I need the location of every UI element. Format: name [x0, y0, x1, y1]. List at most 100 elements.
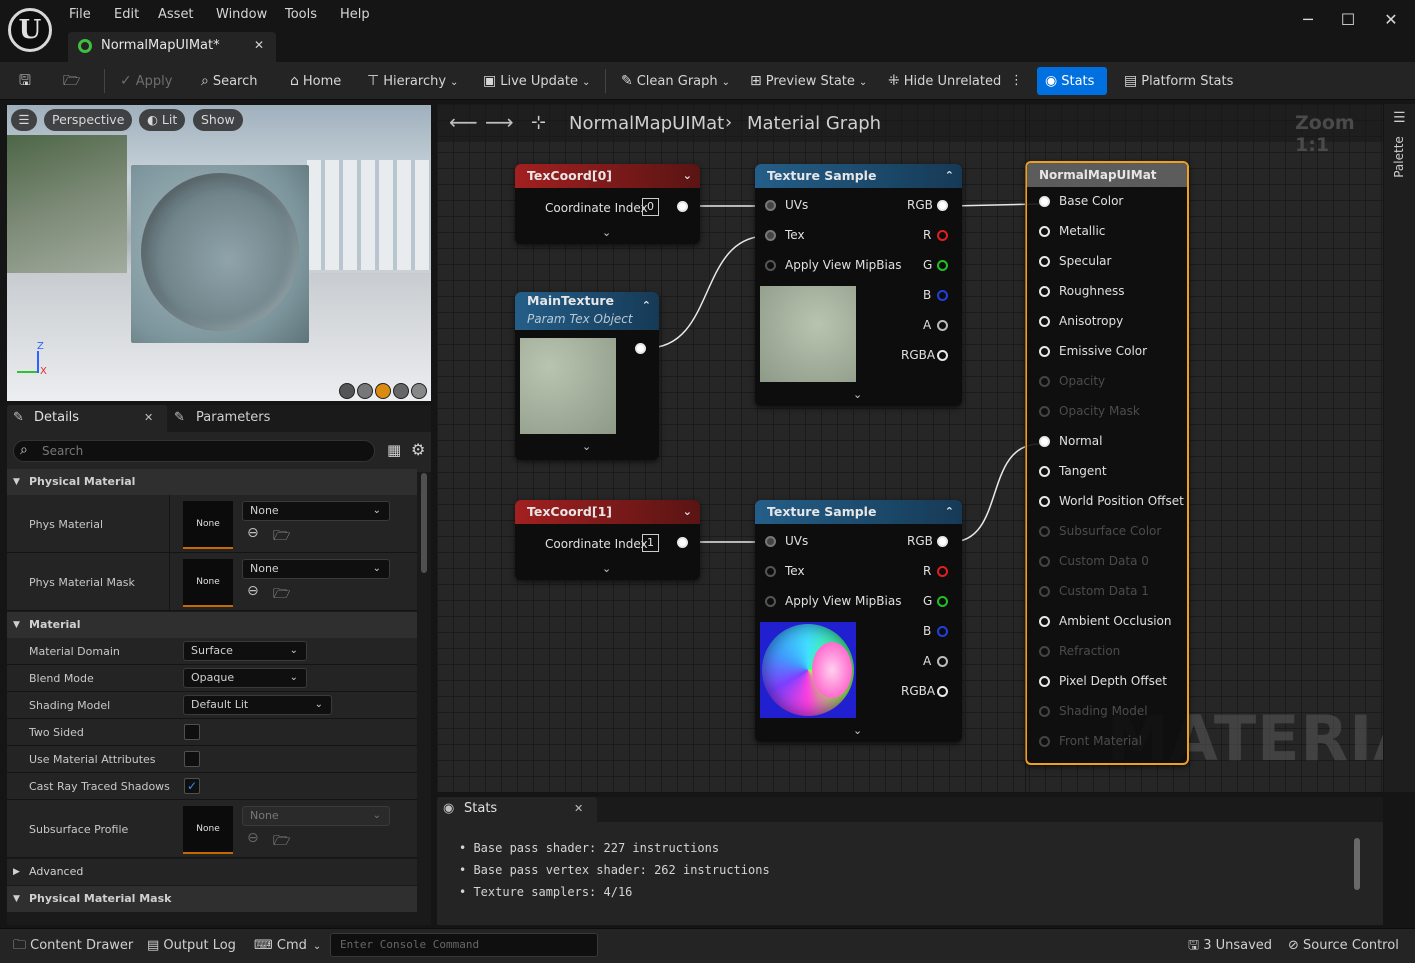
input-pin[interactable] [1039, 286, 1050, 297]
result-pin-world-position-offset[interactable]: World Position Offset [1039, 493, 1189, 513]
texcoord0-node[interactable]: TexCoord[0] ⌄ Coordinate Index 0 ⌄ [515, 164, 700, 244]
cast-ray-traced-shadows-checkbox[interactable]: ✓ [184, 778, 200, 794]
tab-stats[interactable]: ◉ Stats ✕ [437, 797, 597, 822]
input-pin[interactable] [1039, 406, 1050, 417]
result-pin-pixel-depth-offset[interactable]: Pixel Depth Offset [1039, 673, 1189, 693]
rgba-output-pin[interactable] [937, 350, 948, 361]
maximize-button[interactable]: ☐ [1338, 10, 1358, 30]
result-pin-base-color[interactable]: Base Color [1039, 193, 1189, 213]
tab-details[interactable]: ✎ Details ✕ [7, 405, 167, 432]
menu-asset[interactable]: Asset [158, 7, 194, 22]
rgb-output-pin[interactable] [937, 536, 948, 547]
console-command-input[interactable]: Enter Console Command [330, 933, 598, 957]
result-pin-shading-model[interactable]: Shading Model [1039, 703, 1189, 723]
input-pin[interactable] [1039, 676, 1050, 687]
result-pin-custom-data-1[interactable]: Custom Data 1 [1039, 583, 1189, 603]
texture-sample-node-2[interactable]: Texture Sample ⌃ UVs Tex Apply View MipBi… [755, 500, 962, 742]
input-pin[interactable] [1039, 736, 1050, 747]
cube-icon[interactable] [393, 383, 409, 399]
a-output-pin[interactable] [937, 320, 948, 331]
input-pin[interactable] [1039, 196, 1050, 207]
mipbias-input-pin[interactable] [765, 596, 776, 607]
input-pin[interactable] [1039, 466, 1050, 477]
search-button[interactable]: ⌕ Search [201, 62, 258, 100]
result-pin-opacity-mask[interactable]: Opacity Mask [1039, 403, 1189, 423]
teapot-icon[interactable] [411, 383, 427, 399]
result-pin-front-material[interactable]: Front Material [1039, 733, 1189, 753]
g-output-pin[interactable] [937, 596, 948, 607]
result-pin-refraction[interactable]: Refraction [1039, 643, 1189, 663]
section-physical-material-mask[interactable]: ▼ Physical Material Mask [7, 886, 417, 912]
texcoord1-node[interactable]: TexCoord[1] ⌄ Coordinate Index 1 ⌄ [515, 500, 700, 580]
sphere-icon[interactable] [357, 383, 373, 399]
cylinder-icon[interactable] [339, 383, 355, 399]
input-pin[interactable] [1039, 316, 1050, 327]
input-pin[interactable] [1039, 646, 1050, 657]
material-domain-dropdown[interactable]: Surface ⌄ [183, 641, 307, 661]
output-pin[interactable] [635, 343, 646, 354]
shading-model-dropdown[interactable]: Default Lit ⌄ [183, 695, 332, 715]
close-tab-icon[interactable]: ✕ [144, 411, 153, 424]
cmd-button[interactable]: ⌨ Cmd ⌄ [254, 929, 321, 962]
maintexture-node[interactable]: MainTexture Param Tex Object ⌃ ⌄ [515, 292, 659, 460]
mipbias-input-pin[interactable] [765, 260, 776, 271]
show-button[interactable]: Show [193, 109, 243, 131]
chevron-up-icon[interactable]: ⌃ [945, 500, 954, 524]
result-pin-opacity[interactable]: Opacity [1039, 373, 1189, 393]
use-selected-icon[interactable]: ⊖ [247, 830, 259, 846]
preview-state-button[interactable]: ⊞ Preview State ⌄ [750, 62, 867, 100]
use-material-attributes-checkbox[interactable] [184, 751, 200, 767]
live-update-button[interactable]: ▣ Live Update ⌄ [483, 62, 590, 100]
hierarchy-button[interactable]: ⊤ Hierarchy ⌄ [367, 62, 458, 100]
result-pin-anisotropy[interactable]: Anisotropy [1039, 313, 1189, 333]
input-pin[interactable] [1039, 556, 1050, 567]
material-graph[interactable]: ⟵ ⟶ ⊹ NormalMapUIMat › Material Graph Zo… [437, 104, 1383, 792]
g-output-pin[interactable] [937, 260, 948, 271]
result-pin-ambient-occlusion[interactable]: Ambient Occlusion [1039, 613, 1189, 633]
details-scrollbar[interactable] [421, 473, 427, 573]
phys-material-dropdown[interactable]: None ⌄ [242, 501, 390, 521]
unreal-logo-icon[interactable]: U [8, 8, 52, 52]
input-pin[interactable] [1039, 526, 1050, 537]
table-view-icon[interactable]: ▦ [387, 441, 401, 459]
document-tab[interactable]: NormalMapUIMat* ✕ [68, 32, 276, 62]
expand-chevron-icon[interactable]: ⌄ [582, 440, 591, 453]
browse-asset-icon[interactable]: 🗁 [273, 525, 290, 549]
input-pin[interactable] [1039, 436, 1050, 447]
section-physical-material[interactable]: ▼ Physical Material [7, 469, 417, 495]
input-pin[interactable] [1039, 586, 1050, 597]
details-search-input[interactable]: ⌕ Search [13, 440, 375, 462]
unsaved-button[interactable]: 🖫 3 Unsaved [1188, 929, 1272, 962]
texture-sample-node-1[interactable]: Texture Sample ⌃ UVs Tex Apply View MipBi… [755, 164, 962, 406]
perspective-button[interactable]: Perspective [44, 109, 133, 131]
chevron-down-icon[interactable]: ⌄ [683, 164, 692, 188]
expand-chevron-icon[interactable]: ⌄ [853, 724, 862, 737]
a-output-pin[interactable] [937, 656, 948, 667]
lit-button[interactable]: ◐ Lit [139, 109, 186, 131]
result-pin-custom-data-0[interactable]: Custom Data 0 [1039, 553, 1189, 573]
blend-mode-dropdown[interactable]: Opaque ⌄ [183, 668, 307, 688]
preview-viewport[interactable]: ☰ Perspective ◐ Lit Show Z X [7, 105, 431, 401]
close-tab-icon[interactable]: ✕ [574, 802, 583, 815]
input-pin[interactable] [1039, 706, 1050, 717]
use-selected-icon[interactable]: ⊖ [247, 583, 259, 599]
output-pin[interactable] [677, 537, 688, 548]
input-pin[interactable] [1039, 616, 1050, 627]
close-window-button[interactable]: ✕ [1381, 10, 1401, 30]
stats-button[interactable]: ◉ Stats [1037, 67, 1107, 95]
result-pin-metallic[interactable]: Metallic [1039, 223, 1189, 243]
apply-button[interactable]: ✓ Apply [120, 62, 172, 100]
clean-graph-button[interactable]: ✎ Clean Graph ⌄ [621, 62, 730, 100]
phys-material-mask-thumbnail[interactable]: None [183, 559, 233, 607]
expand-chevron-icon[interactable]: ⌄ [853, 388, 862, 401]
output-log-button[interactable]: ▤ Output Log [147, 929, 236, 962]
close-tab-icon[interactable]: ✕ [254, 38, 264, 52]
rgba-output-pin[interactable] [937, 686, 948, 697]
browse-asset-icon[interactable]: 🗁 [273, 583, 290, 607]
menu-window[interactable]: Window [216, 7, 267, 22]
input-pin[interactable] [1039, 496, 1050, 507]
phys-material-thumbnail[interactable]: None [183, 501, 233, 549]
stats-scrollbar[interactable] [1354, 838, 1360, 890]
list-icon[interactable]: ☰ [1393, 110, 1406, 126]
input-pin[interactable] [1039, 226, 1050, 237]
